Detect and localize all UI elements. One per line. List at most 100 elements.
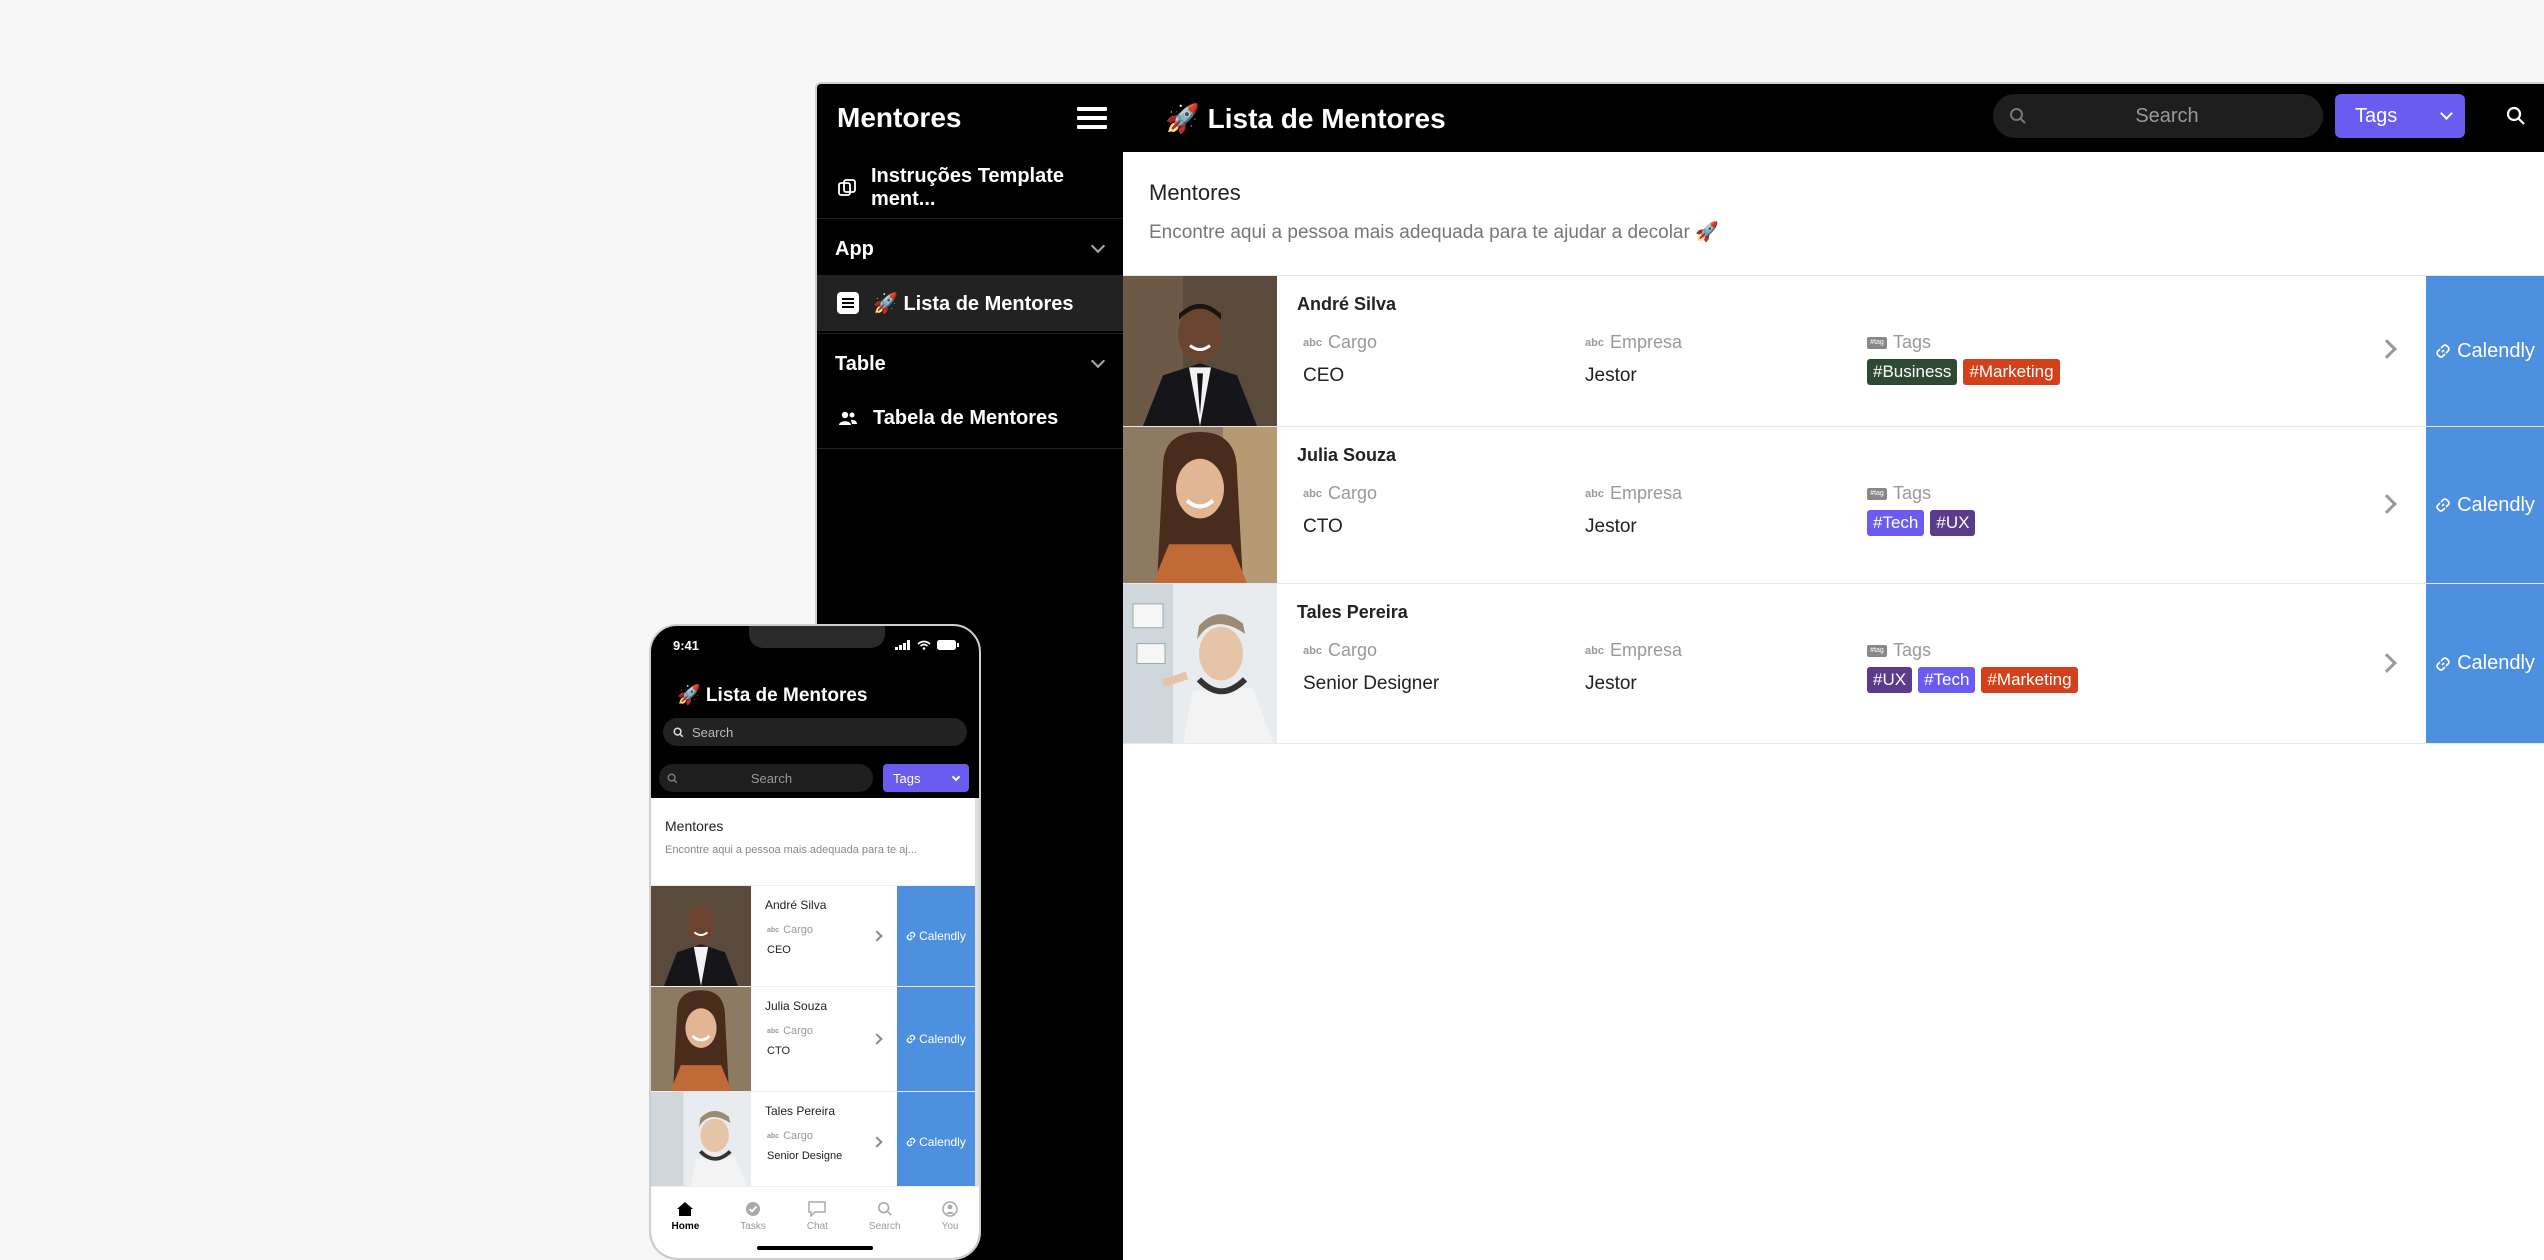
tags-label: Tags (2355, 104, 2398, 127)
nav-label: Chat (806, 1221, 828, 1232)
chevron-right-icon[interactable] (2377, 494, 2397, 514)
user-icon (942, 1201, 958, 1217)
nav-you[interactable]: You (942, 1201, 958, 1258)
battery-icon (937, 640, 959, 650)
text-type-icon: abc (767, 1027, 780, 1035)
field-label: Cargo (1327, 483, 1377, 503)
tag-type-icon: #tag (1867, 336, 1887, 349)
mentor-name: Julia Souza (1297, 445, 1397, 465)
nav-tasks[interactable]: Tasks (740, 1201, 766, 1258)
calendly-button[interactable]: Calendly (897, 1092, 975, 1186)
field-label: Cargo (1327, 332, 1377, 352)
mentor-name: Tales Pereira (1297, 602, 1408, 622)
link-icon (906, 1034, 916, 1044)
scrollbar[interactable] (975, 798, 979, 1186)
calendly-button[interactable]: Calendly (897, 987, 975, 1091)
cargo-value: CEO (767, 944, 791, 956)
chevron-right-icon[interactable] (871, 930, 883, 942)
mentor-row[interactable]: Tales Pereira abc Cargo Senior Designer a… (1123, 584, 2544, 744)
field-label: Tags (1893, 483, 1932, 503)
section-subtitle: Encontre aqui a pessoa mais adequada par… (665, 844, 917, 856)
tags-field: #tag Tags #Business #Marketing (1867, 332, 2066, 385)
tags-dropdown[interactable]: Tags (2335, 94, 2465, 138)
cargo-value: Senior Designer (1303, 673, 1440, 694)
calendly-button[interactable]: Calendly (2426, 584, 2544, 743)
sidebar-item-lista-de-mentores[interactable]: 🚀 Lista de Mentores (817, 275, 1123, 331)
top-bar: 🚀 Lista de Mentores Search Tags (1123, 84, 2544, 152)
phone-frame: 9:41 🚀 Lista de Mentores Search Search T… (649, 624, 981, 1260)
calendly-label: Calendly (2457, 493, 2535, 516)
check-circle-icon (746, 1202, 761, 1216)
search-icon (667, 772, 678, 783)
field-label: Cargo (783, 1025, 814, 1037)
list-icon (837, 292, 859, 314)
section-label: Table (835, 352, 886, 375)
mentor-photo (1123, 276, 1277, 426)
cargo-value: CTO (1303, 516, 1343, 537)
sidebar-item-instructions[interactable]: Instruções Template ment... (817, 160, 1123, 216)
tag-badge: #Marketing (1981, 667, 2078, 693)
mentor-row[interactable]: Julia Souza abc Cargo CTO abc Empresa Jest… (1123, 427, 2544, 584)
link-icon (2436, 498, 2450, 512)
mentor-name: André Silva (1297, 294, 1397, 314)
main-content: Mentores Encontre aqui a pessoa mais ade… (1123, 152, 2544, 1260)
home-icon (677, 1202, 694, 1216)
calendly-label: Calendly (2457, 339, 2535, 362)
phone-mentor-row[interactable]: Tales Pereira abc Cargo Senior Designe Ca… (651, 1092, 979, 1186)
search-placeholder: Search (750, 770, 793, 786)
chevron-down-icon (1090, 238, 1106, 254)
search-icon[interactable] (2506, 106, 2526, 126)
calendly-button[interactable]: Calendly (897, 886, 975, 986)
text-type-icon: abc (767, 1132, 780, 1140)
sidebar-item-tabela-de-mentores[interactable]: Tabela de Mentores (817, 390, 1123, 446)
copy-icon (837, 177, 857, 199)
phone-filter-search[interactable]: Search (659, 764, 873, 792)
home-indicator (757, 1246, 873, 1250)
mentor-photo (651, 1092, 751, 1186)
phone-search-input[interactable]: Search (663, 718, 967, 746)
chevron-right-icon[interactable] (2377, 653, 2397, 673)
phone-tags-dropdown[interactable]: Tags (883, 764, 969, 792)
nav-home[interactable]: Home (671, 1201, 700, 1258)
phone-content: Mentores Encontre aqui a pessoa mais ade… (651, 798, 979, 1186)
calendly-label: Calendly (2457, 652, 2535, 674)
phone-intro: Mentores Encontre aqui a pessoa mais ade… (651, 798, 979, 886)
cargo-field: abc Cargo CEO (1303, 332, 1377, 387)
phone-mentor-row[interactable]: André Silva abc Cargo CEO Calendly (651, 886, 979, 987)
chevron-right-icon[interactable] (2377, 339, 2397, 359)
phone-mentor-row[interactable]: Julia Souza abc Cargo CTO Calendly (651, 987, 979, 1092)
chevron-right-icon[interactable] (871, 1136, 883, 1148)
calendly-button[interactable]: Calendly (2426, 427, 2544, 583)
search-input[interactable]: Search (1993, 94, 2323, 138)
menu-icon[interactable] (1077, 107, 1107, 129)
calendly-label: Calendly (919, 929, 966, 943)
mentor-photo (651, 987, 751, 1091)
status-bar: 9:41 (651, 626, 979, 676)
chevron-right-icon[interactable] (871, 1033, 883, 1045)
cargo-value: CTO (767, 1045, 791, 1057)
sidebar-section-app[interactable]: App (817, 223, 1123, 275)
field-label: Empresa (1609, 483, 1682, 503)
nav-chat[interactable]: Chat (806, 1201, 828, 1258)
phone-page-title: 🚀 Lista de Mentores (677, 685, 868, 706)
mentor-row[interactable]: André Silva abc Cargo CEO abc Empresa Jest… (1123, 276, 2544, 427)
mentor-photo (1123, 427, 1277, 583)
field-label: Cargo (1327, 640, 1377, 660)
text-type-icon: abc (1585, 487, 1604, 500)
text-type-icon: abc (1585, 336, 1604, 349)
wifi-icon (917, 640, 931, 650)
sidebar-header: Mentores (817, 84, 1123, 152)
mentor-info: André Silva (1297, 294, 1396, 315)
status-time: 9:41 (673, 638, 700, 653)
sidebar-section-table[interactable]: Table (817, 338, 1123, 390)
nav-search[interactable]: Search (869, 1201, 901, 1258)
text-type-icon: abc (767, 926, 780, 934)
field-label: Tags (1893, 332, 1932, 352)
calendly-button[interactable]: Calendly (2426, 276, 2544, 426)
text-type-icon: abc (1303, 336, 1322, 349)
tag-badge: #Tech (1867, 510, 1925, 536)
sidebar-item-label: Instruções Template ment... (871, 165, 1065, 210)
nav-label: Home (671, 1221, 700, 1232)
field-label: Empresa (1609, 640, 1682, 660)
chevron-down-icon (951, 772, 961, 781)
